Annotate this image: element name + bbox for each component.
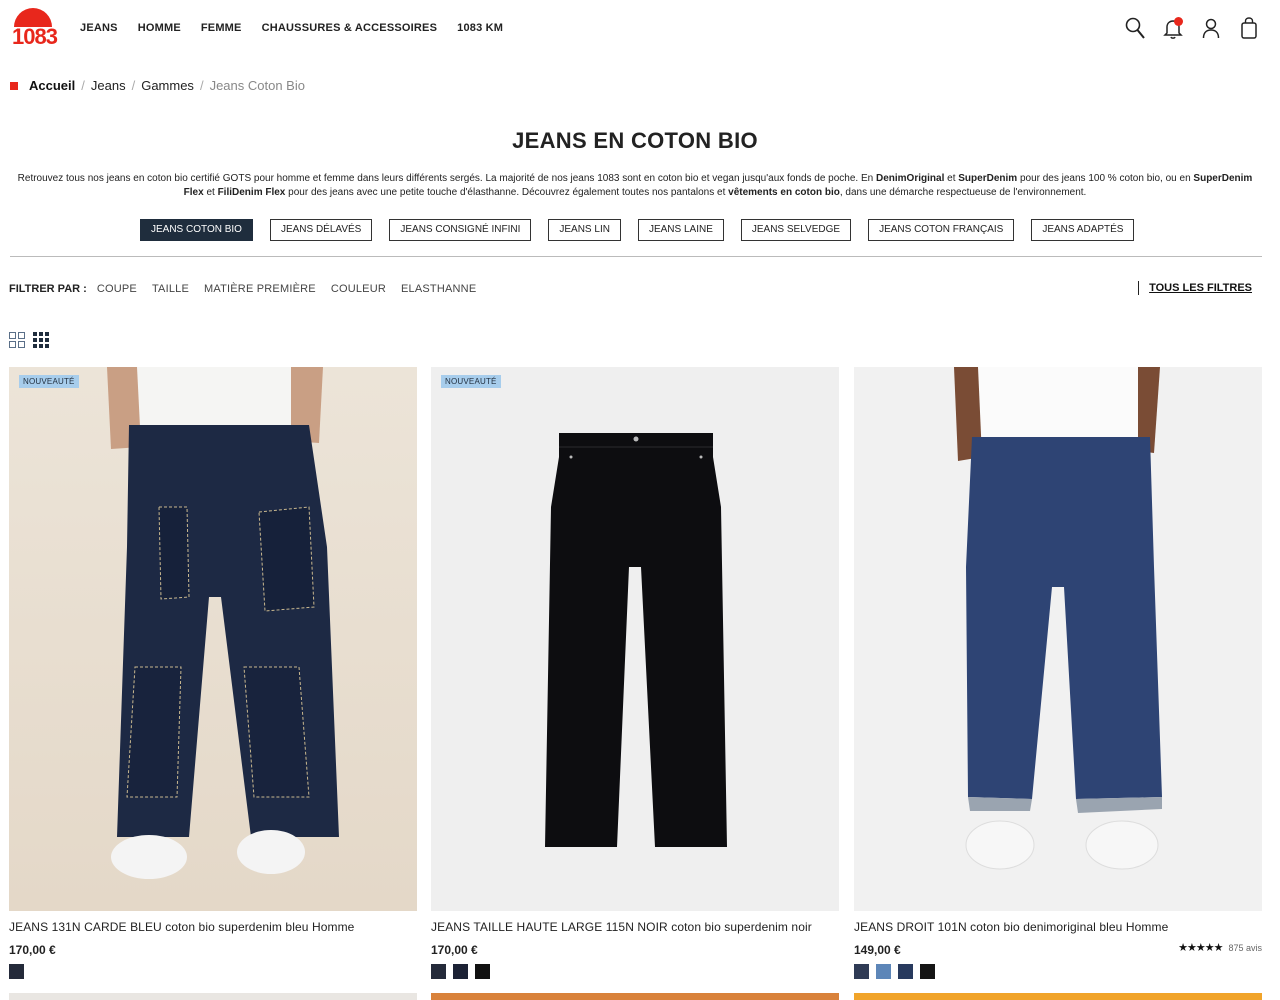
product-price: 170,00 € [431, 943, 478, 957]
breadcrumb-gammes[interactable]: Gammes [141, 78, 194, 93]
swatch-navy[interactable] [431, 964, 446, 979]
breadcrumb: Accueil / Jeans / Gammes / Jeans Coton B… [10, 78, 305, 93]
filter-separator [1138, 281, 1140, 295]
breadcrumb-jeans[interactable]: Jeans [91, 78, 126, 93]
product-price: 170,00 € [9, 943, 56, 957]
star-rating-icon: ★★★★★ [1178, 942, 1223, 954]
logo-text: 1083 [12, 24, 58, 49]
chip-jeans-selvedge[interactable]: JEANS SELVEDGE [740, 219, 852, 241]
breadcrumb-separator: / [199, 78, 204, 93]
filter-couleur[interactable]: COULEUR [331, 283, 386, 295]
product-image[interactable] [854, 367, 1262, 911]
category-chips: JEANS COTON BIO JEANS DÉLAVÉS JEANS CONS… [140, 219, 1151, 241]
all-filters-label: TOUS LES FILTRES [1149, 282, 1252, 294]
swatch-navy[interactable] [854, 964, 869, 979]
chip-jeans-adaptes[interactable]: JEANS ADAPTÉS [1031, 219, 1135, 241]
filter-elasthanne[interactable]: ELASTHANNE [401, 283, 476, 295]
desc-text: Retrouvez tous nos jeans en coton bio ce… [17, 173, 876, 184]
desc-text: pour des jeans avec une petite touche d'… [285, 187, 729, 198]
user-icon[interactable] [1200, 16, 1222, 40]
search-icon[interactable] [1124, 16, 1146, 40]
product-name[interactable]: JEANS TAILLE HAUTE LARGE 115N NOIR coton… [431, 920, 839, 934]
product-rating[interactable]: ★★★★★ 875 avis [1178, 941, 1262, 954]
filter-taille[interactable]: TAILLE [152, 283, 189, 295]
nav-item-chaussures[interactable]: CHAUSSURES & ACCESSOIRES [262, 22, 438, 34]
product-image[interactable]: NOUVEAUTÉ [9, 367, 417, 911]
nav-item-homme[interactable]: HOMME [138, 22, 181, 34]
product-card[interactable]: NOUVEAUTÉ JEANS 131N CARDE BLEU coton bi… [9, 367, 417, 979]
site-header: 1083 JEANS HOMME FEMME CHAUSSURES & ACCE… [0, 0, 1280, 60]
all-filters-button[interactable]: TOUS LES FILTRES [1138, 281, 1252, 295]
grid-3-icon[interactable] [33, 332, 49, 348]
swatch-blue[interactable] [898, 964, 913, 979]
desc-text: , dans une démarche respectueuse de l'en… [839, 187, 1087, 198]
grid-2-icon[interactable] [9, 332, 25, 348]
chip-jeans-lin[interactable]: JEANS LIN [548, 219, 621, 241]
filter-label: FILTRER PAR : [9, 283, 87, 295]
page-description: Retrouvez tous nos jeans en coton bio ce… [10, 172, 1260, 200]
header-icons [1124, 16, 1260, 40]
next-product-image-strip [854, 993, 1262, 1000]
swatch-black[interactable] [920, 964, 935, 979]
breadcrumb-current: Jeans Coton Bio [209, 78, 305, 93]
bell-icon[interactable] [1162, 16, 1184, 40]
page-title: JEANS EN COTON BIO [512, 128, 758, 153]
brand-logo[interactable]: 1083 [12, 8, 58, 50]
breadcrumb-separator: / [81, 78, 85, 93]
desc-link-denimoriginal[interactable]: DenimOriginal [876, 173, 944, 184]
next-product-image-strip [9, 993, 417, 1000]
color-swatches [854, 964, 1262, 979]
desc-text: pour des jeans 100 % coton bio, ou en [1017, 173, 1194, 184]
product-name[interactable]: JEANS DROIT 101N coton bio denimoriginal… [854, 920, 1262, 934]
product-card[interactable]: JEANS DROIT 101N coton bio denimoriginal… [854, 367, 1262, 979]
cart-icon[interactable] [1238, 16, 1260, 40]
main-nav: JEANS HOMME FEMME CHAUSSURES & ACCESSOIR… [80, 22, 503, 34]
divider [10, 256, 1262, 257]
product-card[interactable]: NOUVEAUTÉ JEANS TAILLE HAUTE LARGE 115N … [431, 367, 839, 979]
desc-text: et [203, 187, 218, 198]
filter-bar: FILTRER PAR : COUPE TAILLE MATIÈRE PREMI… [9, 283, 491, 295]
chip-jeans-consigne-infini[interactable]: JEANS CONSIGNÉ INFINI [389, 219, 532, 241]
filter-matiere[interactable]: MATIÈRE PREMIÈRE [204, 283, 316, 295]
breadcrumb-separator: / [131, 78, 136, 93]
filter-coupe[interactable]: COUPE [97, 283, 137, 295]
nav-item-jeans[interactable]: JEANS [80, 22, 118, 34]
desc-link-filidenim-flex[interactable]: FiliDenim Flex [218, 187, 286, 198]
badge-nouveaute: NOUVEAUTÉ [19, 375, 79, 388]
color-swatches [431, 964, 839, 979]
chip-jeans-coton-bio[interactable]: JEANS COTON BIO [140, 219, 253, 241]
swatch-light-blue[interactable] [876, 964, 891, 979]
badge-nouveaute: NOUVEAUTÉ [441, 375, 501, 388]
rating-count: 875 avis [1228, 942, 1262, 953]
next-product-image-strip [431, 993, 839, 1000]
swatch-navy[interactable] [9, 964, 24, 979]
nav-item-femme[interactable]: FEMME [201, 22, 242, 34]
breadcrumb-home[interactable]: Accueil [29, 78, 75, 93]
swatch-black[interactable] [475, 964, 490, 979]
breadcrumb-marker [10, 81, 18, 90]
desc-link-vetements[interactable]: vêtements en coton bio [728, 187, 840, 198]
chip-jeans-delaves[interactable]: JEANS DÉLAVÉS [269, 219, 373, 241]
nav-item-1083km[interactable]: 1083 KM [457, 22, 503, 34]
color-swatches [9, 964, 417, 979]
chip-jeans-laine[interactable]: JEANS LAINE [637, 219, 724, 241]
product-name[interactable]: JEANS 131N CARDE BLEU coton bio superden… [9, 920, 417, 934]
desc-text: et [944, 173, 959, 184]
swatch-dark-navy[interactable] [453, 964, 468, 979]
product-image[interactable]: NOUVEAUTÉ [431, 367, 839, 911]
view-toggles [9, 332, 49, 348]
chip-jeans-coton-francais[interactable]: JEANS COTON FRANÇAIS [868, 219, 1015, 241]
notification-dot [1174, 17, 1183, 26]
desc-link-superdenim[interactable]: SuperDenim [958, 173, 1017, 184]
